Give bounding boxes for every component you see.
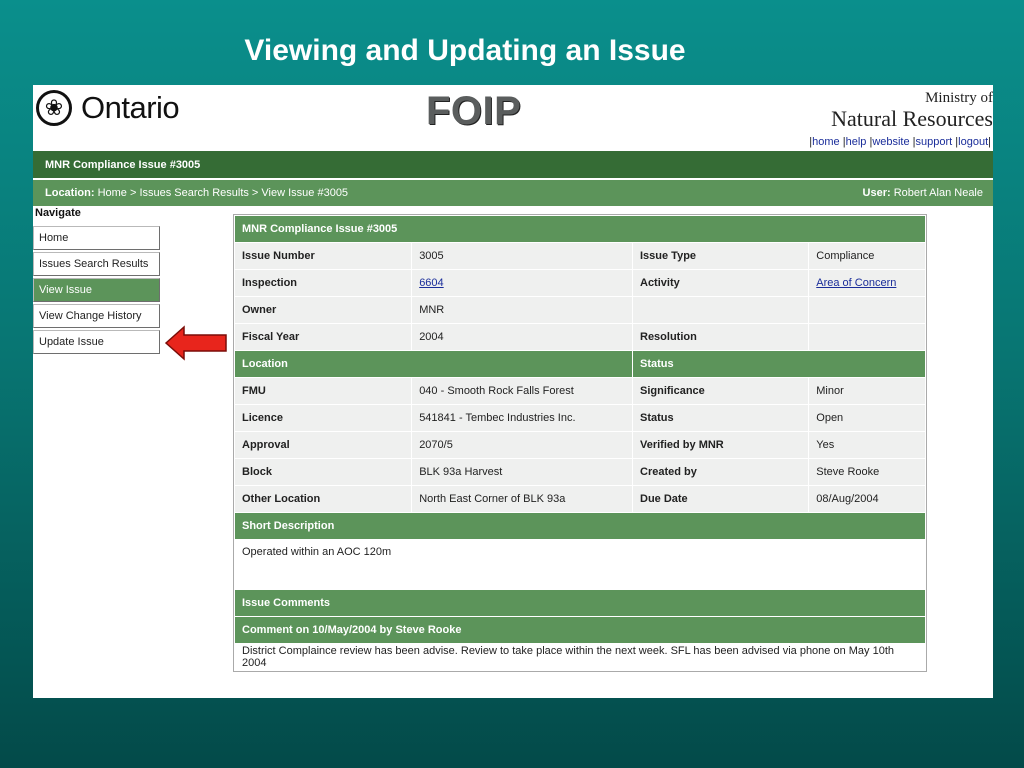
table-row: FMU 040 - Smooth Rock Falls Forest Signi… — [233, 377, 926, 405]
table-row: Licence 541841 - Tembec Industries Inc. … — [233, 404, 926, 432]
app-title: FOIP — [426, 89, 522, 133]
resolution-value — [808, 323, 926, 351]
location-section-header: Location — [234, 350, 633, 378]
block-value: BLK 93a Harvest — [411, 458, 633, 486]
table-row: Inspection 6604 Activity Area of Concern — [233, 269, 926, 297]
inspection-link[interactable]: 6604 — [419, 277, 443, 289]
due-date-value: 08/Aug/2004 — [808, 485, 926, 513]
ontario-logo-text: Ontario — [81, 90, 180, 125]
other-location-label: Other Location — [233, 485, 413, 513]
activity-label: Activity — [631, 269, 810, 297]
navigate-title: Navigate — [35, 207, 81, 219]
block-label: Block — [233, 458, 413, 486]
approval-label: Approval — [233, 431, 413, 459]
comment-header-row: Comment on 10/May/2004 by Steve Rooke — [234, 616, 926, 644]
table-row: Other Location North East Corner of BLK … — [233, 485, 926, 513]
section-header-row: Location Status — [234, 350, 926, 378]
status-section-header: Status — [632, 350, 926, 378]
inspection-cell: 6604 — [411, 269, 633, 297]
ministry-name: Ministry of Natural Resources — [831, 90, 993, 131]
verified-value: Yes — [808, 431, 926, 459]
navigate-menu: Navigate Home Issues Search Results View… — [33, 207, 163, 356]
issue-title-bar: MNR Compliance Issue #3005 — [33, 151, 993, 178]
support-link[interactable]: support — [916, 136, 953, 148]
location-bar: Location: Home > Issues Search Results >… — [33, 180, 993, 206]
nav-item-view-issue[interactable]: View Issue — [33, 278, 160, 302]
page-header: ❀ Ontario FOIP Ministry of Natural Resou… — [33, 85, 993, 151]
verified-label: Verified by MNR — [631, 431, 810, 459]
panel-title: MNR Compliance Issue #3005 — [234, 215, 926, 243]
licence-label: Licence — [233, 404, 413, 432]
table-row: Owner MNR — [233, 296, 926, 324]
user-name: Robert Alan Neale — [893, 187, 983, 199]
issue-number-label: Issue Number — [233, 242, 413, 270]
issue-number-value: 3005 — [411, 242, 633, 270]
issue-type-label: Issue Type — [631, 242, 810, 270]
ministry-line-1: Ministry of — [925, 90, 993, 106]
foip-window: ❀ Ontario FOIP Ministry of Natural Resou… — [33, 85, 993, 698]
short-description-header: Short Description — [234, 512, 926, 540]
fiscal-year-label: Fiscal Year — [233, 323, 413, 351]
resolution-label: Resolution — [631, 323, 810, 351]
due-date-label: Due Date — [631, 485, 810, 513]
approval-value: 2070/5 — [411, 431, 633, 459]
empty-cell — [808, 296, 926, 324]
activity-link[interactable]: Area of Concern — [816, 277, 896, 289]
table-row: Approval 2070/5 Verified by MNR Yes — [233, 431, 926, 459]
created-by-label: Created by — [631, 458, 810, 486]
section-header-row: Short Description — [234, 512, 926, 540]
empty-cell — [631, 296, 810, 324]
significance-label: Significance — [631, 377, 810, 405]
panel-title-row: MNR Compliance Issue #3005 — [234, 215, 926, 243]
help-link[interactable]: help — [846, 136, 867, 148]
slide-title: Viewing and Updating an Issue — [244, 34, 686, 67]
top-links: |home |help |website |support |logout| — [809, 136, 991, 148]
breadcrumb: Home > Issues Search Results > View Issu… — [97, 187, 349, 199]
fiscal-year-value: 2004 — [411, 323, 633, 351]
inspection-label: Inspection — [233, 269, 413, 297]
nav-item-update-issue[interactable]: Update Issue — [33, 330, 160, 354]
issue-details-panel: MNR Compliance Issue #3005 Issue Number … — [233, 214, 927, 672]
activity-cell: Area of Concern — [808, 269, 926, 297]
ministry-line-2: Natural Resources — [831, 106, 993, 131]
table-row: Operated within an AOC 120m — [234, 539, 926, 590]
status-label: Status — [631, 404, 810, 432]
issue-comments-header: Issue Comments — [234, 589, 926, 617]
home-link[interactable]: home — [812, 136, 840, 148]
logout-link[interactable]: logout — [958, 136, 988, 148]
user-info: User: Robert Alan Neale — [863, 187, 983, 199]
issue-type-value: Compliance — [808, 242, 926, 270]
licence-value: 541841 - Tembec Industries Inc. — [411, 404, 633, 432]
comment-header: Comment on 10/May/2004 by Steve Rooke — [234, 616, 926, 644]
nav-item-issues-search-results[interactable]: Issues Search Results — [33, 252, 160, 276]
section-header-row: Issue Comments — [234, 589, 926, 617]
other-location-value: North East Corner of BLK 93a — [411, 485, 633, 513]
table-row: Block BLK 93a Harvest Created by Steve R… — [233, 458, 926, 486]
nav-item-view-change-history[interactable]: View Change History — [33, 304, 160, 328]
red-arrow-icon — [164, 325, 227, 361]
fmu-value: 040 - Smooth Rock Falls Forest — [411, 377, 633, 405]
location-label: Location: — [45, 187, 95, 199]
significance-value: Minor — [808, 377, 926, 405]
website-link[interactable]: website — [872, 136, 909, 148]
ontario-logo[interactable]: ❀ Ontario — [36, 90, 180, 126]
issue-details-table: MNR Compliance Issue #3005 Issue Number … — [233, 215, 926, 671]
owner-label: Owner — [233, 296, 413, 324]
table-row: Fiscal Year 2004 Resolution — [233, 323, 926, 351]
table-row: District Complaince review has been advi… — [234, 643, 926, 671]
status-value: Open — [808, 404, 926, 432]
owner-value: MNR — [411, 296, 633, 324]
nav-item-home[interactable]: Home — [33, 226, 160, 250]
comment-text: District Complaince review has been advi… — [234, 643, 926, 671]
fmu-label: FMU — [233, 377, 413, 405]
created-by-value: Steve Rooke — [808, 458, 926, 486]
trillium-icon: ❀ — [36, 90, 72, 126]
short-description-value: Operated within an AOC 120m — [234, 539, 926, 590]
table-row: Issue Number 3005 Issue Type Compliance — [233, 242, 926, 270]
user-label: User: — [862, 187, 891, 199]
